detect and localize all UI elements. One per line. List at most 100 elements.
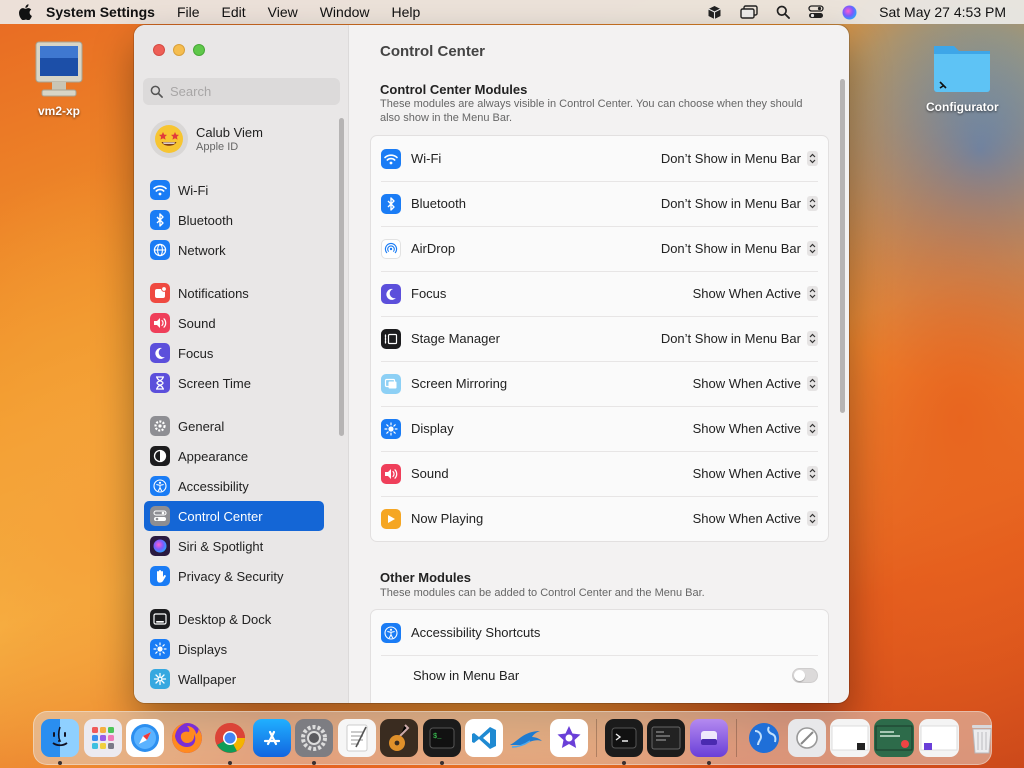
menu-file[interactable]: File <box>177 4 200 20</box>
textedit-icon[interactable] <box>337 719 376 757</box>
window-switcher-icon[interactable] <box>740 5 758 19</box>
app-store-icon[interactable] <box>253 719 292 757</box>
sidebar-item-accessibility[interactable]: Accessibility <box>144 471 324 501</box>
sidebar-list: Wi-Fi Bluetooth Network Notifications So… <box>144 175 324 694</box>
module-menubar-select[interactable]: Show When Active <box>693 511 818 526</box>
select-value: Show When Active <box>692 466 801 481</box>
module-row-airdrop: AirDrop Don’t Show in Menu Bar <box>371 226 828 271</box>
sidebar-item-bluetooth[interactable]: Bluetooth <box>144 205 324 235</box>
screen-mirroring-icon <box>381 373 401 394</box>
garageband-icon[interactable] <box>380 719 419 757</box>
show-in-menubar-toggle[interactable] <box>792 667 818 683</box>
siri-icon <box>150 536 170 556</box>
sidebar-item-siri-spotlight[interactable]: Siri & Spotlight <box>144 531 324 561</box>
sidebar-item-general[interactable]: General <box>144 411 324 441</box>
sidebar-item-label: Wi-Fi <box>178 182 209 198</box>
sidebar-item-label: Bluetooth <box>178 212 233 228</box>
chrome-icon[interactable] <box>211 719 249 765</box>
module-menubar-select[interactable]: Show When Active <box>693 286 818 301</box>
safari-icon[interactable] <box>125 719 164 757</box>
apple-menu-icon[interactable] <box>18 4 32 20</box>
show-in-menubar-row: Show in Menu Bar <box>371 655 828 695</box>
module-row-wifi: Wi-Fi Don’t Show in Menu Bar <box>371 136 828 181</box>
privacy-hand-icon <box>150 566 170 586</box>
menu-window[interactable]: Window <box>320 4 370 20</box>
finder-icon[interactable] <box>41 719 80 765</box>
siri-icon[interactable] <box>842 5 857 20</box>
sidebar-scrollbar[interactable] <box>339 118 344 436</box>
updown-chevron-icon <box>807 511 818 526</box>
sidebar-item-displays[interactable]: Displays <box>144 634 324 664</box>
imovie-icon[interactable] <box>549 719 588 757</box>
console-icon[interactable] <box>647 719 686 757</box>
sidebar-item-privacy-security[interactable]: Privacy & Security <box>144 561 324 591</box>
dock-separator <box>736 719 737 757</box>
sidebar-item-sound[interactable]: Sound <box>144 308 324 338</box>
vscode-icon[interactable] <box>464 719 503 757</box>
spotlight-search-icon[interactable] <box>776 5 791 19</box>
main-scrollbar[interactable] <box>840 79 845 413</box>
menu-view[interactable]: View <box>268 4 298 20</box>
box-status-icon[interactable] <box>707 5 722 20</box>
desktop-dock-icon <box>150 609 170 629</box>
sidebar-item-notifications[interactable]: Notifications <box>144 278 324 308</box>
search-field[interactable] <box>143 78 340 105</box>
section-title-modules: Control Center Modules <box>380 82 528 97</box>
sidebar-item-focus[interactable]: Focus <box>144 338 324 368</box>
sidebar-item-label: General <box>178 418 225 434</box>
search-input[interactable] <box>170 84 330 99</box>
updown-chevron-icon <box>807 376 818 391</box>
sidebar-item-wifi[interactable]: Wi-Fi <box>144 175 324 205</box>
mosaic-icon[interactable] <box>689 719 728 765</box>
window-thumbnail-icon[interactable] <box>829 719 870 757</box>
desktop-icon-configurator[interactable]: Configurator <box>926 38 999 114</box>
module-row-screen-mirroring: Screen Mirroring Show When Active <box>371 361 828 406</box>
module-menubar-select[interactable]: Show When Active <box>693 466 818 481</box>
main-pane: Control Center Control Center Modules Th… <box>350 25 849 703</box>
sidebar-item-screen-time[interactable]: Screen Time <box>144 368 324 398</box>
control-center-menu-icon[interactable] <box>808 5 824 19</box>
window-thumbnail-icon-2[interactable] <box>874 719 915 757</box>
window-thumbnail-icon-3[interactable] <box>918 719 959 757</box>
accessibility-icon <box>381 622 401 643</box>
select-value: Don’t Show in Menu Bar <box>660 151 801 166</box>
system-settings-icon[interactable] <box>295 719 334 765</box>
trash-icon[interactable] <box>963 719 1001 757</box>
minimize-button[interactable] <box>173 44 185 56</box>
apple-id-profile[interactable]: Calub Viem Apple ID <box>150 120 263 158</box>
menu-help[interactable]: Help <box>392 4 421 20</box>
sidebar-item-wallpaper[interactable]: Wallpaper <box>144 664 324 694</box>
terminal-recent-icon[interactable] <box>605 719 644 765</box>
sidebar-item-label: Appearance <box>178 448 249 464</box>
module-menubar-select[interactable]: Don’t Show in Menu Bar <box>661 331 818 346</box>
sound-icon <box>381 463 401 484</box>
modules-card: Wi-Fi Don’t Show in Menu Bar Bluetooth D… <box>370 135 829 542</box>
wireshark-icon[interactable] <box>507 719 545 757</box>
menu-edit[interactable]: Edit <box>222 4 246 20</box>
sidebar-item-control-center[interactable]: Control Center <box>144 501 324 531</box>
module-menubar-select[interactable]: Don’t Show in Menu Bar <box>661 241 818 256</box>
zoom-button[interactable] <box>193 44 205 56</box>
module-menubar-select[interactable]: Don’t Show in Menu Bar <box>661 196 818 211</box>
sidebar-item-network[interactable]: Network <box>144 235 324 265</box>
other-row-accessibility-shortcuts: Accessibility Shortcuts <box>371 610 828 655</box>
sidebar-item-label: Displays <box>178 641 228 657</box>
menu-app-name[interactable]: System Settings <box>46 4 155 20</box>
module-menubar-select[interactable]: Don’t Show in Menu Bar <box>661 151 818 166</box>
close-button[interactable] <box>153 44 165 56</box>
launchpad-icon[interactable] <box>83 719 122 757</box>
sidebar-item-label: Notifications <box>178 285 249 301</box>
sidebar-item-label: Focus <box>178 345 214 361</box>
system-settings-window: Calub Viem Apple ID Wi-Fi Bluetooth <box>134 25 849 703</box>
terminal-icon[interactable]: $_ <box>422 719 461 765</box>
module-menubar-select[interactable]: Show When Active <box>693 421 818 436</box>
desktop-icon-vm2-xp[interactable]: vm2-xp <box>30 40 88 118</box>
network-globe-icon[interactable] <box>745 719 783 757</box>
firefox-icon[interactable] <box>168 719 206 757</box>
cleaner-icon[interactable] <box>787 719 826 757</box>
sidebar-item-desktop-dock[interactable]: Desktop & Dock <box>144 604 324 634</box>
sidebar-item-appearance[interactable]: Appearance <box>144 441 324 471</box>
module-menubar-select[interactable]: Show When Active <box>693 376 818 391</box>
menu-clock[interactable]: Sat May 27 4:53 PM <box>879 4 1006 20</box>
select-value: Show When Active <box>692 421 801 436</box>
